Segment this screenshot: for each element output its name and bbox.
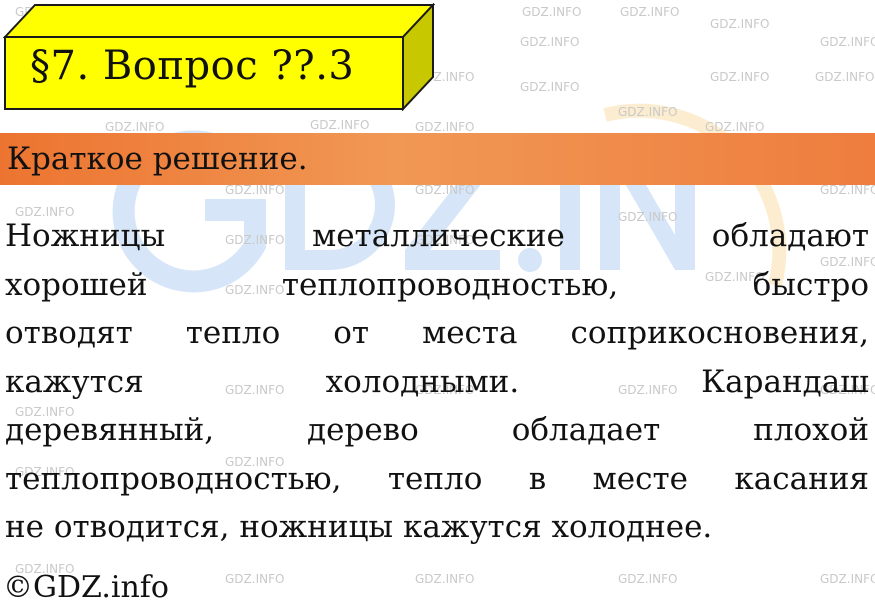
answer-text: Ножницы металлические обладают хорошей те… [5, 212, 869, 552]
watermark: GDZ.INFO [415, 120, 475, 134]
watermark: GDZ.INFO [415, 572, 475, 586]
watermark: GDZ.INFO [520, 80, 580, 94]
copyright: ©GDZ.info [3, 570, 169, 605]
answer-line: отводят тепло от места соприкосновения, [5, 315, 869, 351]
watermark: GDZ.INFO [522, 5, 582, 19]
watermark: GDZ.INFO [415, 183, 475, 197]
watermark: GDZ.INFO [520, 35, 580, 49]
page-title: §7. Вопрос ??.3 [30, 43, 355, 89]
watermark: GDZ.INFO [820, 183, 875, 197]
watermark: GDZ.INFO [620, 5, 680, 19]
answer-line: теплопроводностью, тепло в месте касания [5, 460, 869, 497]
watermark: GDZ.INFO [705, 120, 765, 134]
watermark: GDZ.INFO [225, 183, 285, 197]
watermark: GDZ.INFO [710, 70, 770, 84]
watermark: GDZ.INFO [820, 572, 875, 586]
watermark: GDZ.INFO [225, 572, 285, 586]
watermark: GDZ.INFO [820, 35, 875, 49]
answer-line: деревянный, дерево обладает плохой [5, 412, 869, 448]
answer-line: хорошей теплопроводностью, быстро [5, 266, 869, 303]
watermark: GDZ.INFO [618, 105, 678, 119]
watermark: GDZ.INFO [105, 120, 165, 134]
watermark: GDZ.INFO [815, 70, 875, 84]
watermark: GDZ.INFO [310, 118, 370, 132]
answer-line: кажутся холодными. Карандаш [5, 363, 869, 400]
section-label: Краткое решение. [7, 141, 308, 177]
answer-line: Ножницы металлические обладают [5, 218, 869, 254]
watermark: GDZ.INFO [618, 572, 678, 586]
answer-line: не отводится, ножницы кажутся холоднее. [5, 509, 713, 545]
watermark: GDZ.INFO [710, 17, 770, 31]
